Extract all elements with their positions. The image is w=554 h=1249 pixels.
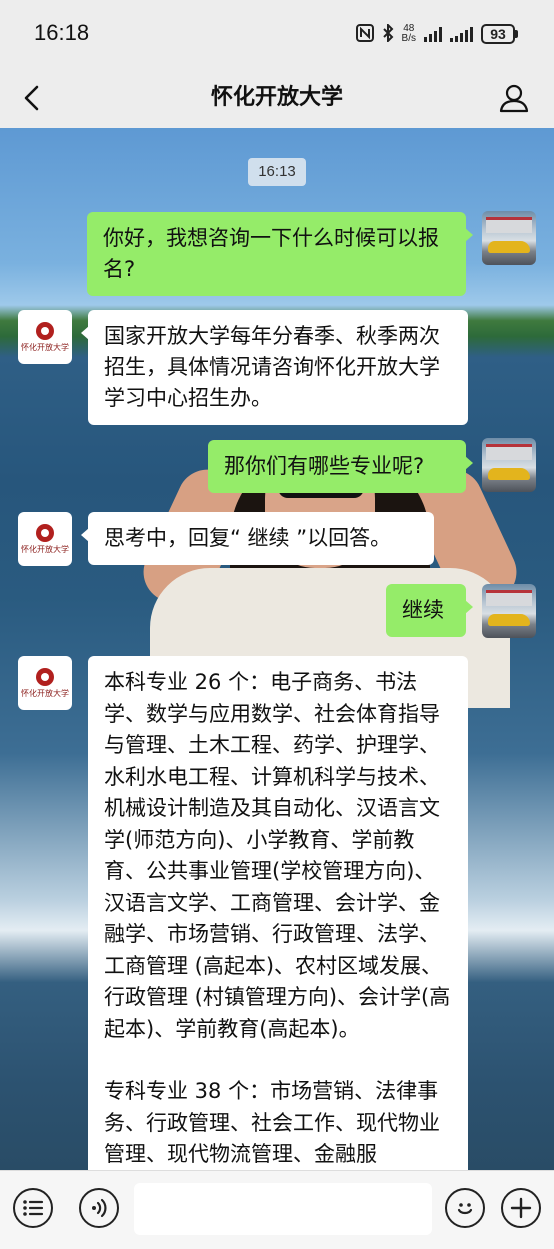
- message-text: 你好，我想咨询一下什么时候可以报名?: [103, 226, 439, 281]
- message-text: 国家开放大学每年分春季、秋季两次招生，具体情况请咨询怀化开放大学学习中心招生办。: [104, 324, 440, 410]
- bluetooth-icon: [382, 22, 394, 45]
- input-bar: [0, 1170, 554, 1249]
- university-avatar[interactable]: 怀化开放大学: [18, 656, 72, 710]
- signal-icon: [424, 26, 442, 42]
- status-bar: 16:18 48 B/s 93: [0, 0, 554, 70]
- university-avatar[interactable]: 怀化开放大学: [18, 310, 72, 364]
- message-text: 继续: [402, 598, 444, 622]
- plus-icon: [510, 1197, 532, 1219]
- message-text: 思考中，回复“ 继续 ”以回答。: [104, 526, 392, 550]
- voice-icon: [92, 1198, 107, 1218]
- list-icon: [23, 1200, 44, 1216]
- network-speed: 48 B/s: [402, 24, 416, 44]
- chat-header: 怀化开放大学: [0, 70, 554, 128]
- signal-icon-2: [450, 26, 473, 42]
- my-avatar[interactable]: [482, 211, 536, 265]
- message-bubble-me[interactable]: 你好，我想咨询一下什么时候可以报名?: [87, 212, 473, 296]
- avatar-logo-text: 怀化开放大学: [21, 688, 69, 698]
- message-input[interactable]: [134, 1183, 432, 1235]
- smiley-icon: [457, 1203, 473, 1215]
- my-avatar[interactable]: [482, 584, 536, 638]
- voice-button[interactable]: [79, 1188, 119, 1228]
- chat-title: 怀化开放大学: [210, 85, 343, 110]
- profile-button[interactable]: [494, 78, 534, 118]
- network-speed-unit: B/s: [401, 33, 416, 44]
- person-icon: [499, 84, 529, 113]
- avatar-logo-text: 怀化开放大学: [21, 544, 69, 554]
- message-bubble-them[interactable]: 国家开放大学每年分春季、秋季两次招生，具体情况请咨询怀化开放大学学习中心招生办。: [81, 310, 468, 425]
- message-bubble-me[interactable]: 那你们有哪些专业呢?: [208, 440, 473, 493]
- message-bubble-me[interactable]: 继续: [386, 584, 473, 637]
- status-time: 16:18: [34, 20, 90, 45]
- message-paragraph: 专科专业 38 个：市场营销、法律事务、行政管理、社会工作、现代物业管理、现代物…: [104, 1079, 440, 1166]
- battery-level: 93: [481, 24, 515, 44]
- battery-icon: 93: [481, 24, 518, 44]
- status-icons: 48 B/s 93: [355, 20, 518, 48]
- university-avatar[interactable]: 怀化开放大学: [18, 512, 72, 566]
- avatar-logo-text: 怀化开放大学: [21, 342, 69, 352]
- message-bubble-them[interactable]: 思考中，回复“ 继续 ”以回答。: [81, 512, 434, 565]
- my-avatar[interactable]: [482, 438, 536, 492]
- menu-button[interactable]: [13, 1188, 53, 1228]
- emoji-button[interactable]: [445, 1188, 485, 1228]
- message-paragraph: 本科专业 26 个：电子商务、书法学、数学与应用数学、社会体育指导与管理、土木工…: [104, 670, 451, 1041]
- nfc-icon: [355, 23, 374, 45]
- chat-area[interactable]: 16:13 你好，我想咨询一下什么时候可以报名? 怀化开放大学 国家开放大学每年…: [0, 128, 554, 1170]
- message-timestamp: 16:13: [248, 158, 306, 186]
- message-bubble-them[interactable]: 本科专业 26 个：电子商务、书法学、数学与应用数学、社会体育指导与管理、土木工…: [88, 656, 468, 1170]
- add-button[interactable]: [501, 1188, 541, 1228]
- message-text: 那你们有哪些专业呢?: [224, 454, 425, 478]
